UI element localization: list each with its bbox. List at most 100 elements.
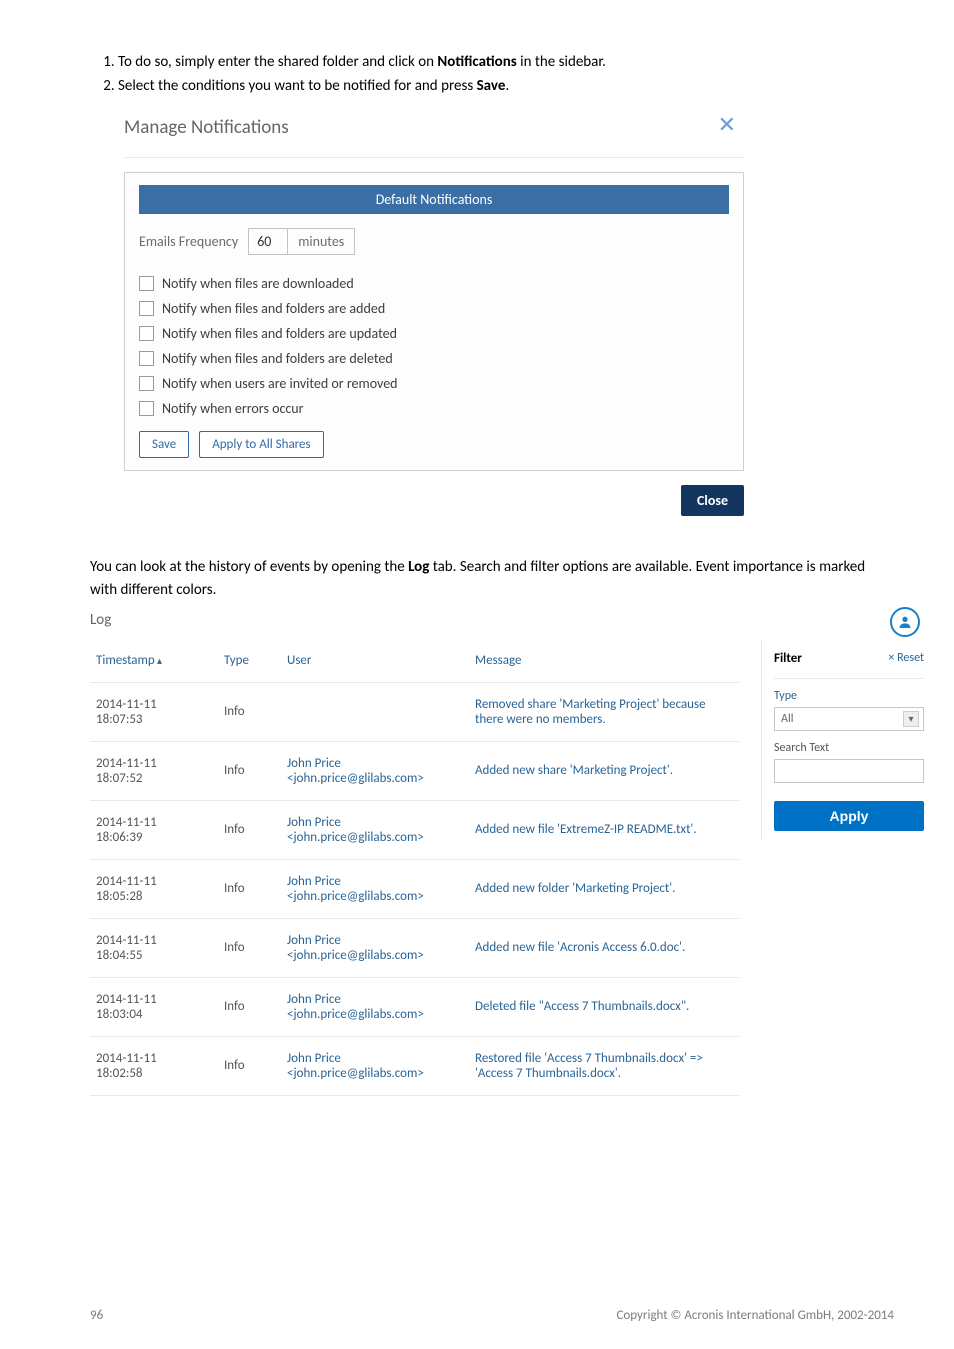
log-row: 2014-11-1118:06:39InfoJohn Price<john.pr… (90, 801, 739, 860)
copyright: Copyright © Acronis International GmbH, … (616, 1308, 894, 1323)
step-1-suffix: in the sidebar. (517, 53, 606, 71)
cell-user: John Price<john.price@glilabs.com> (287, 874, 467, 904)
notify-check-1[interactable]: Notify when files and folders are added (139, 300, 729, 317)
cell-message: Added new share 'Marketing Project'. (475, 763, 733, 778)
cell-type: Info (224, 940, 279, 955)
filter-type-value: All (781, 712, 793, 726)
save-button[interactable]: Save (139, 431, 189, 458)
dialog-title: Manage Notifications (124, 112, 744, 158)
manage-notifications-dialog: Manage Notifications ✕ Default Notificat… (124, 112, 744, 516)
notify-check-label: Notify when files and folders are update… (162, 325, 397, 342)
user-mail[interactable]: <john.price@glilabs.com> (287, 948, 467, 963)
col-type[interactable]: Type (224, 653, 279, 668)
log-row: 2014-11-1118:07:53 Info Removed share 'Mar… (90, 683, 739, 742)
cell-user: John Price<john.price@glilabs.com> (287, 1051, 467, 1081)
cell-type: Info (224, 999, 279, 1014)
close-button[interactable]: Close (681, 485, 744, 516)
cell-message: Removed share 'Marketing Project' becaus… (475, 697, 733, 727)
notify-check-label: Notify when files are downloaded (162, 275, 354, 292)
user-name[interactable]: John Price (287, 756, 467, 771)
filter-reset-button[interactable]: × Reset (888, 651, 924, 665)
user-mail[interactable]: <john.price@glilabs.com> (287, 771, 467, 786)
page-footer: 96 Copyright © Acronis International Gmb… (90, 1308, 894, 1323)
log-paragraph: You can look at the history of events by… (90, 556, 894, 603)
default-notifications-panel: Default Notifications Emails Frequency 6… (124, 172, 744, 471)
user-name[interactable]: John Price (287, 992, 467, 1007)
log-title: Log (90, 611, 924, 629)
log-row: 2014-11-1118:07:52InfoJohn Price<john.pr… (90, 742, 739, 801)
user-name[interactable]: John Price (287, 874, 467, 889)
notify-check-label: Notify when files and folders are delete… (162, 350, 393, 367)
cell-message: Restored file 'Access 7 Thumbnails.docx'… (475, 1051, 733, 1081)
user-avatar-icon[interactable] (890, 607, 920, 637)
notify-check-0[interactable]: Notify when files are downloaded (139, 275, 729, 292)
step-2: Select the conditions you want to be not… (118, 74, 894, 98)
user-mail[interactable]: <john.price@glilabs.com> (287, 830, 467, 845)
col-message[interactable]: Message (475, 653, 733, 668)
user-mail[interactable]: <john.price@glilabs.com> (287, 889, 467, 904)
step-2-bold: Save (477, 77, 506, 95)
log-area: Log Timestamp Type User Message 2014-11-… (90, 611, 924, 1096)
col-user[interactable]: User (287, 653, 467, 668)
notify-check-2[interactable]: Notify when files and folders are update… (139, 325, 729, 342)
filter-panel: Filter × Reset Type All ▾ Search Text Ap… (761, 639, 924, 841)
filter-search-label: Search Text (774, 741, 924, 755)
notify-check-label: Notify when errors occur (162, 400, 304, 417)
cell-timestamp: 2014-11-1118:04:55 (96, 933, 216, 963)
filter-type-select[interactable]: All ▾ (774, 707, 924, 731)
checkbox-icon[interactable] (139, 276, 154, 291)
cell-user: John Price<john.price@glilabs.com> (287, 815, 467, 845)
user-name[interactable]: John Price (287, 1051, 467, 1066)
step-1: To do so, simply enter the shared folder… (118, 50, 894, 74)
user-name[interactable]: John Price (287, 815, 467, 830)
filter-title: Filter (774, 651, 802, 666)
col-timestamp[interactable]: Timestamp (96, 653, 216, 668)
checkbox-icon[interactable] (139, 326, 154, 341)
checkbox-icon[interactable] (139, 351, 154, 366)
emails-frequency-unit: minutes (288, 228, 355, 255)
cell-type: Info (224, 1058, 279, 1073)
filter-type-label: Type (774, 689, 924, 703)
emails-frequency-row: Emails Frequency 60 minutes (139, 228, 729, 255)
emails-frequency-input[interactable]: 60 (248, 228, 288, 255)
log-table: Timestamp Type User Message 2014-11-1118… (90, 639, 739, 1096)
user-name[interactable]: John Price (287, 933, 467, 948)
para-part1: You can look at the history of events by… (90, 558, 408, 576)
cell-type: Info (224, 704, 279, 719)
dialog-close-icon[interactable]: ✕ (718, 114, 736, 136)
user-mail[interactable]: <john.price@glilabs.com> (287, 1007, 467, 1022)
notify-check-3[interactable]: Notify when files and folders are delete… (139, 350, 729, 367)
checkbox-icon[interactable] (139, 376, 154, 391)
emails-frequency-label: Emails Frequency (139, 233, 248, 250)
cell-timestamp: 2014-11-1118:02:58 (96, 1051, 216, 1081)
step-2-suffix: . (505, 77, 509, 95)
user-mail[interactable]: <john.price@glilabs.com> (287, 1066, 467, 1081)
filter-search-input[interactable] (774, 759, 924, 783)
cell-message: Added new file 'Acronis Access 6.0.doc'. (475, 940, 733, 955)
log-row: 2014-11-1118:02:58 Info John Price<john.pr… (90, 1037, 739, 1096)
para-bold: Log (408, 558, 429, 576)
checkbox-icon[interactable] (139, 301, 154, 316)
notify-check-5[interactable]: Notify when errors occur (139, 400, 729, 417)
step-1-prefix: To do so, simply enter the shared folder… (118, 53, 437, 71)
step-1-bold: Notifications (437, 53, 516, 71)
cell-user: John Price<john.price@glilabs.com> (287, 933, 467, 963)
panel-header: Default Notifications (139, 185, 729, 214)
log-row: 2014-11-1118:05:28 Info John Price<john.pr… (90, 860, 739, 919)
log-header-row: Timestamp Type User Message (90, 639, 739, 683)
apply-all-shares-button[interactable]: Apply to All Shares (199, 431, 323, 458)
cell-timestamp: 2014-11-1118:05:28 (96, 874, 216, 904)
cell-user: John Price<john.price@glilabs.com> (287, 756, 467, 786)
cell-type: Info (224, 881, 279, 896)
page-number: 96 (90, 1308, 103, 1323)
step-2-prefix: Select the conditions you want to be not… (118, 77, 477, 95)
filter-apply-button[interactable]: Apply (774, 801, 924, 831)
chevron-down-icon: ▾ (903, 711, 919, 727)
notify-check-label: Notify when files and folders are added (162, 300, 385, 317)
cell-user: John Price<john.price@glilabs.com> (287, 992, 467, 1022)
log-row: 2014-11-1118:03:04InfoJohn Price<john.pr… (90, 978, 739, 1037)
cell-timestamp: 2014-11-1118:07:53 (96, 697, 216, 727)
checkbox-icon[interactable] (139, 401, 154, 416)
notify-check-4[interactable]: Notify when users are invited or removed (139, 375, 729, 392)
cell-type: Info (224, 822, 279, 837)
